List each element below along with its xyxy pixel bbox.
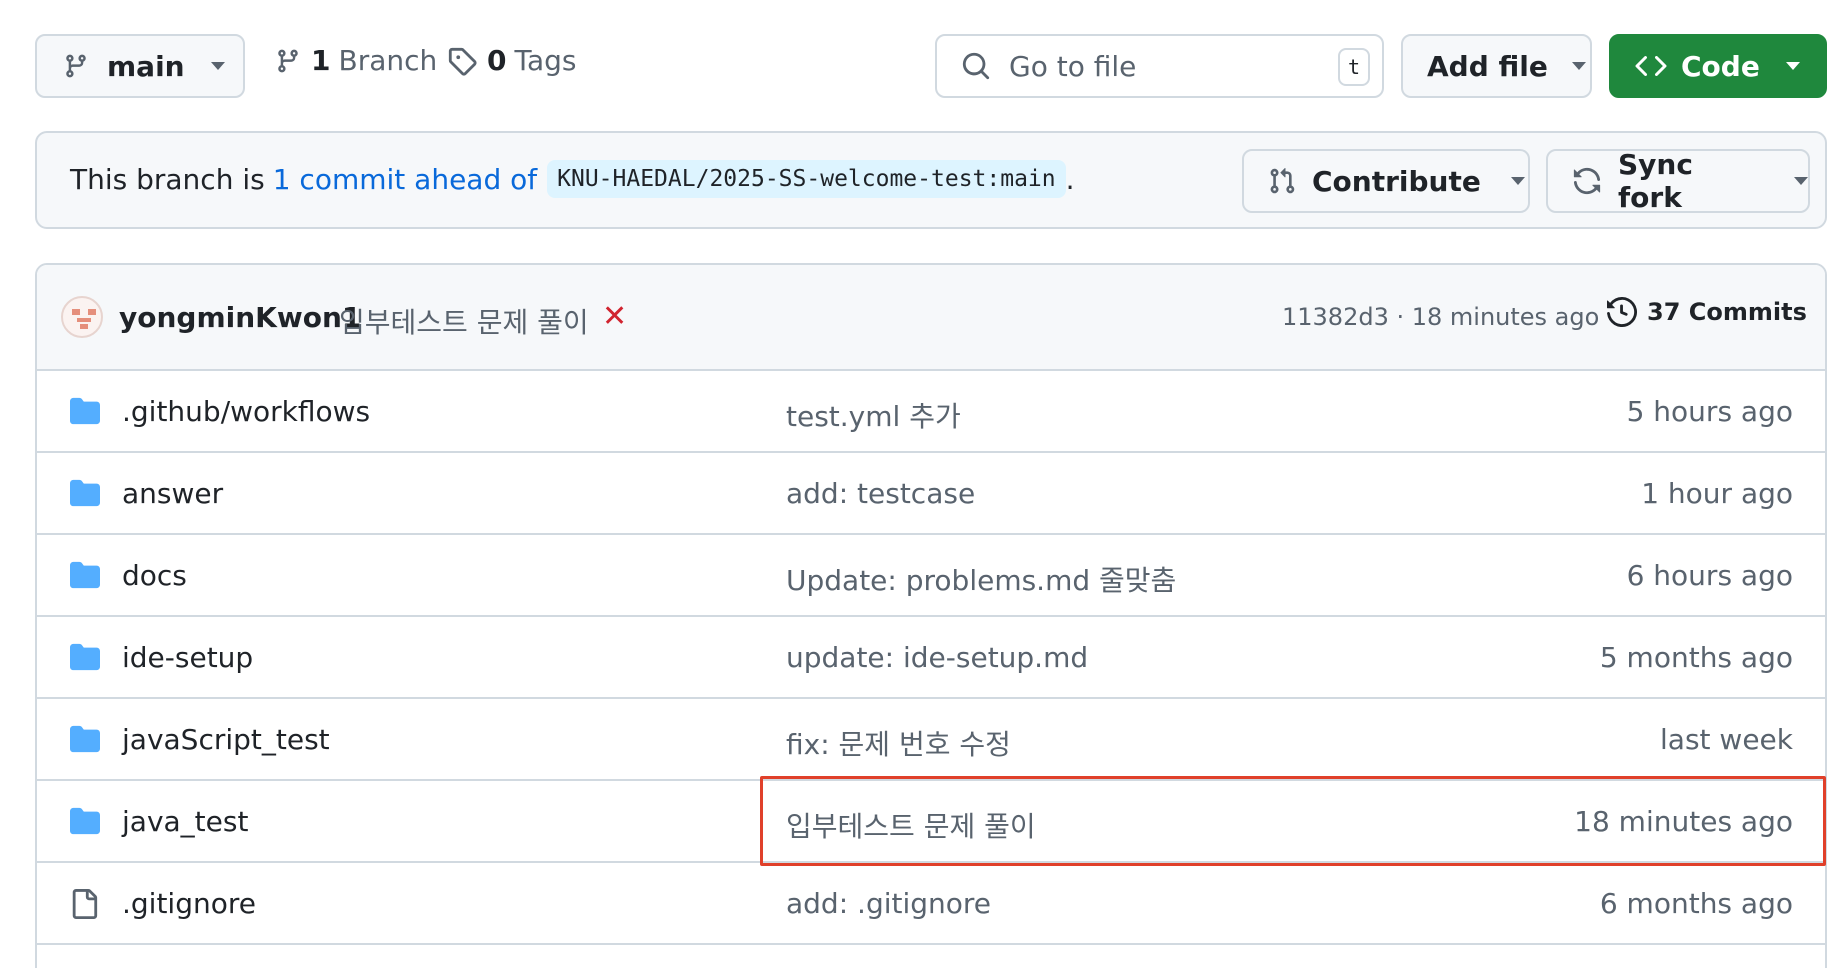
file-row[interactable]: .github/workflows test.yml 추가 5 hours ago: [37, 371, 1825, 453]
branch-name: main: [107, 49, 185, 83]
chevron-down-icon: [1510, 177, 1525, 185]
add-file-button[interactable]: Add file: [1401, 34, 1592, 98]
chevron-down-icon: [1785, 62, 1800, 70]
commit-sha-time[interactable]: 11382d3 · 18 minutes ago: [1282, 303, 1599, 331]
sync-fork-label: Sync fork: [1618, 148, 1693, 214]
sync-fork-button[interactable]: Sync fork: [1546, 148, 1810, 214]
file-row[interactable]: ide-setup update: ide-setup.md 5 months ag…: [37, 617, 1825, 699]
file-commit-date: 6 months ago: [1599, 887, 1793, 920]
tags-count: 0: [487, 44, 507, 77]
file-commit-message[interactable]: fix: 문제 번호 수정: [786, 723, 1011, 763]
file-name-link[interactable]: java_test: [122, 805, 248, 838]
check-failed-icon[interactable]: ✕: [602, 299, 627, 334]
fork-status-suffix: .: [1065, 162, 1075, 196]
contribute-button[interactable]: Contribute: [1242, 149, 1530, 213]
chevron-down-icon: [210, 62, 225, 70]
folder-icon: [69, 478, 101, 512]
file-name-link[interactable]: .gitignore: [122, 887, 256, 920]
file-icon: [69, 888, 99, 924]
tags-label: Tags: [514, 44, 577, 77]
chevron-down-icon: [1571, 62, 1586, 70]
code-button[interactable]: Code: [1609, 34, 1827, 98]
file-commit-date: 1 hour ago: [1641, 477, 1793, 510]
fork-status-banner: This branch is 1 commit ahead of KNU-HAE…: [35, 131, 1827, 229]
file-name-link[interactable]: docs: [122, 559, 187, 592]
commit-message[interactable]: 입부테스트 문제 풀이: [339, 301, 589, 341]
folder-icon: [69, 560, 101, 594]
file-commit-message[interactable]: 입부테스트 문제 풀이: [786, 805, 1036, 845]
commit-author[interactable]: yongminKwon1: [119, 301, 361, 334]
file-row[interactable]: answer add: testcase 1 hour ago: [37, 453, 1825, 535]
file-table: yongminKwon1 입부테스트 문제 풀이 ✕ 11382d3 · 18 …: [35, 263, 1827, 968]
file-commit-date: 5 months ago: [1599, 641, 1793, 674]
file-commit-date: 18 minutes ago: [1574, 805, 1793, 838]
git-pull-request-icon: [1268, 166, 1296, 196]
file-commit-date: 6 hours ago: [1626, 559, 1793, 592]
commits-count: 37 Commits: [1647, 298, 1807, 326]
chevron-down-icon: [1794, 177, 1808, 185]
commits-history-link[interactable]: 37 Commits: [1607, 297, 1807, 327]
file-commit-message[interactable]: update: ide-setup.md: [786, 641, 1088, 674]
latest-commit-bar: yongminKwon1 입부테스트 문제 풀이 ✕ 11382d3 · 18 …: [37, 265, 1825, 371]
add-file-label: Add file: [1427, 49, 1548, 83]
file-commit-message[interactable]: Update: problems.md 줄맞춤: [786, 559, 1176, 599]
history-icon: [1607, 297, 1637, 327]
commits-ahead-link[interactable]: 1 commit ahead of: [273, 163, 537, 196]
file-row[interactable]: .gitignore add: .gitignore 6 months ago: [37, 863, 1825, 945]
tags-link[interactable]: 0 Tags: [447, 44, 576, 77]
file-row[interactable]: javaScript_test fix: 문제 번호 수정 last week: [37, 699, 1825, 781]
file-commit-message[interactable]: test.yml 추가: [786, 395, 961, 435]
file-name-link[interactable]: answer: [122, 477, 223, 510]
folder-icon: [69, 806, 101, 840]
folder-icon: [69, 396, 101, 430]
file-commit-message[interactable]: add: .gitignore: [786, 887, 991, 920]
git-branch-icon: [63, 52, 89, 80]
branches-label: Branch: [338, 44, 438, 77]
folder-icon: [69, 724, 101, 758]
avatar[interactable]: [61, 296, 103, 338]
git-branch-icon: [275, 47, 301, 75]
file-name-link[interactable]: ide-setup: [122, 641, 253, 674]
file-name-link[interactable]: javaScript_test: [122, 723, 330, 756]
go-to-file-input[interactable]: Go to file t: [935, 34, 1384, 98]
branches-link[interactable]: 1 Branch: [275, 44, 437, 77]
search-icon: [961, 51, 991, 81]
branches-count: 1: [311, 44, 331, 77]
branch-selector-button[interactable]: main: [35, 34, 245, 98]
code-label: Code: [1681, 49, 1760, 83]
folder-icon: [69, 642, 101, 676]
fork-status-prefix: This branch is: [70, 162, 265, 196]
file-commit-message[interactable]: add: testcase: [786, 477, 975, 510]
sync-icon: [1572, 166, 1602, 196]
keyboard-shortcut-hint: t: [1338, 48, 1370, 86]
file-name-link[interactable]: .github/workflows: [122, 395, 370, 428]
code-icon: [1635, 50, 1667, 82]
file-row[interactable]: docs Update: problems.md 줄맞춤 6 hours ago: [37, 535, 1825, 617]
file-row[interactable]: java_test 입부테스트 문제 풀이 18 minutes ago: [37, 781, 1825, 863]
tag-icon: [447, 46, 477, 76]
file-commit-date: 5 hours ago: [1626, 395, 1793, 428]
search-placeholder: Go to file: [1009, 49, 1137, 83]
upstream-ref: KNU-HAEDAL/2025-SS-welcome-test:main: [547, 160, 1066, 198]
fork-status-text: This branch is 1 commit ahead of KNU-HAE…: [70, 160, 1075, 198]
file-commit-date: last week: [1660, 723, 1793, 756]
contribute-label: Contribute: [1312, 164, 1481, 198]
